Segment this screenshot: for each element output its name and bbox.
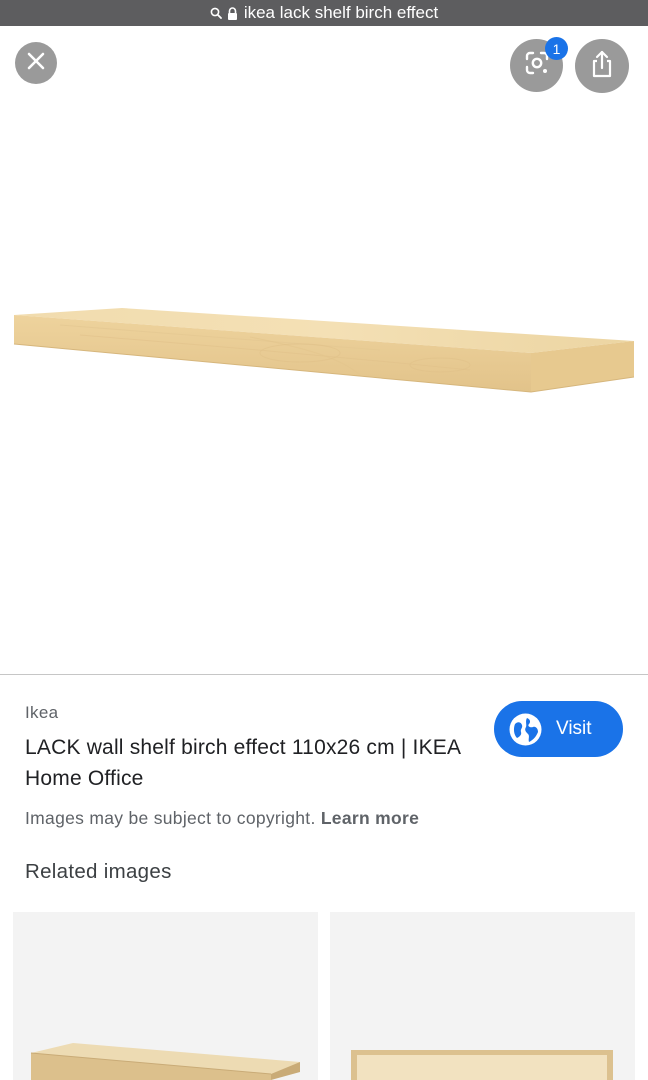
shelf-image	[13, 308, 635, 393]
copyright-notice: Images may be subject to copyright. Lear…	[25, 808, 419, 829]
visit-label: Visit	[556, 718, 592, 739]
result-title[interactable]: LACK wall shelf birch effect 110x26 cm |…	[25, 732, 465, 794]
copyright-text: Images may be subject to copyright.	[25, 808, 316, 828]
learn-more-link[interactable]: Learn more	[321, 808, 419, 828]
visit-button[interactable]: Visit	[494, 701, 623, 757]
close-button[interactable]	[15, 42, 57, 84]
image-viewer: ikea lack shelf birch effect 1 Ikea LACK…	[0, 0, 648, 1080]
related-images-heading: Related images	[25, 860, 172, 883]
url-icons	[210, 6, 238, 20]
related-tray-image	[351, 1050, 613, 1080]
share-icon	[590, 50, 614, 83]
lens-icon	[524, 50, 550, 81]
url-bar[interactable]: ikea lack shelf birch effect	[0, 0, 648, 26]
close-icon	[26, 51, 46, 76]
lens-badge: 1	[545, 37, 568, 60]
search-icon	[210, 7, 222, 19]
url-text: ikea lack shelf birch effect	[243, 3, 439, 22]
share-button[interactable]	[575, 39, 629, 93]
related-shelf-image	[30, 1043, 300, 1080]
lock-icon	[227, 6, 238, 20]
related-image-thumbnail[interactable]	[13, 912, 318, 1080]
divider	[0, 674, 648, 675]
related-image-thumbnail[interactable]	[330, 912, 635, 1080]
source-name[interactable]: Ikea	[25, 703, 58, 723]
globe-icon	[509, 713, 542, 746]
product-image[interactable]	[0, 95, 648, 673]
